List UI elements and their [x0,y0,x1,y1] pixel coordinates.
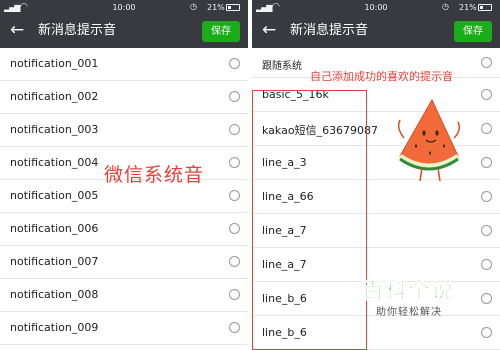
title-bar: ← 新消息提示音 保存 [0,15,248,48]
radio-icon[interactable] [229,256,240,267]
alarm-icon: ◷ [442,2,449,11]
list-item[interactable]: notification_007 [0,246,248,279]
radio-icon[interactable] [481,191,492,202]
list-item[interactable]: notification_002 [0,81,248,114]
watermark-title: 百科全说 [362,279,455,305]
list-item-label: line_a_7 [262,224,307,237]
save-button[interactable]: 保存 [454,21,492,42]
radio-icon[interactable] [229,58,240,69]
list-item-label: line_a_7 [262,258,307,271]
page-title: 新消息提示音 [290,23,369,38]
radio-icon[interactable] [481,259,492,270]
radio-icon[interactable] [229,322,240,333]
radio-icon[interactable] [229,223,240,234]
list-item-label: basic_5_16k [262,88,329,101]
list-item-label: notification_007 [10,255,99,268]
battery-icon [478,4,492,11]
list-item[interactable]: notification_001 [0,48,248,81]
battery-percent: 21% [207,3,225,12]
sound-list: notification_001 notification_002 notifica… [0,48,248,345]
list-item[interactable]: line_a_66 [252,180,500,214]
radio-icon[interactable] [481,123,492,134]
title-bar: ← 新消息提示音 保存 [252,15,500,48]
list-item-label: notification_009 [10,321,99,334]
radio-icon[interactable] [481,293,492,304]
watermark-subtitle: 助你轻松解决 [376,307,442,318]
list-item-label: notification_003 [10,123,99,136]
status-bar: ▂▄▆ ◠ 10:00 ◷ 21% [252,0,500,15]
arrow-left-icon[interactable]: ← [262,19,276,41]
list-item-label: notification_006 [10,222,99,235]
radio-icon[interactable] [229,289,240,300]
list-item[interactable]: notification_006 [0,213,248,246]
list-item-label: notification_008 [10,288,99,301]
radio-icon[interactable] [481,57,492,68]
radio-icon[interactable] [481,157,492,168]
left-screen: ▂▄▆ ◠ 10:00 ◷ 21% ← 新消息提示音 保存 notificati… [0,0,248,350]
list-item[interactable]: notification_009 [0,312,248,345]
radio-icon[interactable] [229,124,240,135]
status-bar: ▂▄▆ ◠ 10:00 ◷ 21% [0,0,248,15]
right-screen: ▂▄▆ ◠ 10:00 ◷ 21% ← 新消息提示音 保存 跟随系统 basic… [252,0,500,350]
watermelon-sticker [397,98,461,182]
annotation-system-sounds: 微信系统音 [104,164,205,186]
list-item[interactable]: line_a_7 [252,214,500,248]
radio-icon[interactable] [481,327,492,338]
alarm-icon: ◷ [190,2,197,11]
list-item-label: notification_001 [10,57,99,70]
list-item-label: kakao短信_63679087 [262,124,379,137]
list-item-label: line_b_6 [262,326,307,339]
list-item-label: line_b_6 [262,292,307,305]
list-item-label: notification_002 [10,90,99,103]
battery-percent: 21% [459,3,477,12]
radio-icon[interactable] [481,89,492,100]
radio-icon[interactable] [229,190,240,201]
save-button[interactable]: 保存 [202,21,240,42]
list-item-label: notification_005 [10,189,99,202]
annotation-custom-sounds: 自己添加成功的喜欢的提示音 [310,70,453,83]
list-item-label: line_a_66 [262,190,314,203]
list-item-label: 跟随系统 [262,61,302,72]
arrow-left-icon[interactable]: ← [10,19,24,41]
list-item[interactable]: notification_008 [0,279,248,312]
list-item[interactable]: notification_003 [0,114,248,147]
list-item-label: notification_004 [10,156,99,169]
radio-icon[interactable] [229,91,240,102]
radio-icon[interactable] [229,157,240,168]
list-item-label: line_a_3 [262,156,307,169]
battery-icon [226,4,240,11]
page-title: 新消息提示音 [38,23,117,38]
radio-icon[interactable] [481,225,492,236]
list-item[interactable]: line_b_6 [252,316,500,350]
